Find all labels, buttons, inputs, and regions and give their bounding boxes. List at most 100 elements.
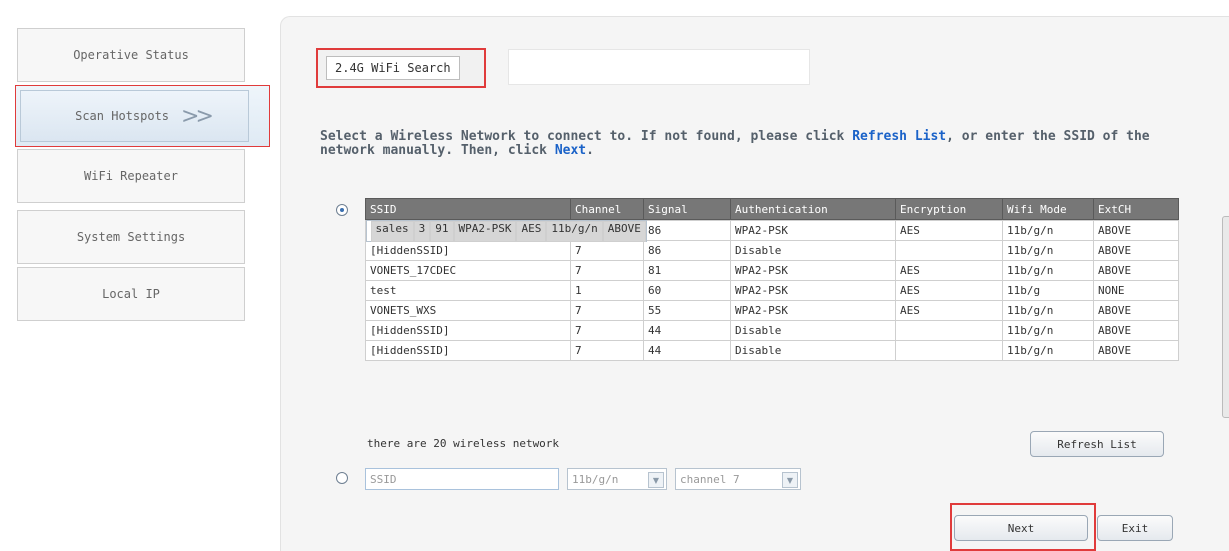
table-cell: WPA2-PSK: [453, 220, 517, 242]
sidebar-item-label: WiFi Repeater: [84, 169, 178, 183]
table-cell: AES: [895, 220, 1003, 241]
table-cell: ABOVE: [1093, 240, 1179, 261]
table-cell: [895, 320, 1003, 341]
table-cell: 81: [643, 260, 731, 281]
next-link[interactable]: Next: [555, 143, 586, 158]
column-header-ssid[interactable]: SSID: [365, 198, 571, 220]
radio-manual-ssid[interactable]: [336, 472, 348, 484]
exit-button[interactable]: Exit: [1097, 515, 1173, 541]
sidebar-item-system-settings[interactable]: System Settings: [17, 210, 245, 264]
table-cell: 44: [643, 340, 731, 361]
column-header-encryption[interactable]: Encryption: [895, 198, 1003, 220]
table-cell: ABOVE: [1093, 260, 1179, 281]
table-cell: [HiddenSSID]: [365, 240, 571, 261]
table-cell: [HiddenSSID]: [365, 340, 571, 361]
table-cell: Disable: [730, 340, 896, 361]
sidebar-nav: Operative Status Scan Hotspots >> WiFi R…: [0, 0, 270, 550]
channel-select[interactable]: channel 7 ▼: [675, 468, 801, 490]
column-header-signal[interactable]: Signal: [643, 198, 731, 220]
table-row[interactable]: [HiddenSSID] 7 86 Disable 11b/g/n ABOVE: [365, 240, 1179, 261]
network-count-text: there are 20 wireless network: [367, 437, 560, 450]
table-cell: [895, 240, 1003, 261]
table-cell: 11b/g/n: [1002, 320, 1094, 341]
table-cell: ABOVE: [1093, 300, 1179, 321]
table-cell: ABOVE: [1093, 340, 1179, 361]
column-header-wifi-mode[interactable]: Wifi Mode: [1002, 198, 1094, 220]
table-cell: ABOVE: [1093, 220, 1179, 241]
table-cell: NONE: [1093, 280, 1179, 301]
table-cell: 44: [643, 320, 731, 341]
ssid-input[interactable]: SSID: [365, 468, 559, 490]
table-cell: AES: [516, 220, 547, 242]
channel-value: channel 7: [680, 472, 740, 486]
table-cell: ABOVE: [602, 220, 646, 242]
table-cell: 11b/g: [1002, 280, 1094, 301]
table-cell: 86: [643, 240, 731, 261]
sidebar-item-local-ip[interactable]: Local IP: [17, 267, 245, 321]
table-cell: Disable: [730, 320, 896, 341]
table-cell: VONETS_WXS: [365, 300, 571, 321]
table-cell: 55: [643, 300, 731, 321]
table-cell: 7: [570, 240, 644, 261]
table-row[interactable]: [HiddenSSID] 7 44 Disable 11b/g/n ABOVE: [365, 340, 1179, 361]
sidebar-item-label: Local IP: [102, 287, 160, 301]
sidebar-item-label: System Settings: [76, 230, 186, 244]
table-cell: WPA2-PSK: [730, 300, 896, 321]
table-cell: 60: [643, 280, 731, 301]
table-cell: AES: [895, 280, 1003, 301]
table-cell: WPA2-PSK: [730, 260, 896, 281]
table-cell: 11b/g/n: [546, 220, 603, 242]
sidebar-item-scan-hotspots[interactable]: Scan Hotspots >>: [15, 85, 270, 147]
chevron-down-icon: ▼: [782, 472, 798, 488]
table-cell: [895, 340, 1003, 361]
sidebar-item-label: Scan Hotspots: [75, 109, 170, 123]
table-cell: sales: [370, 220, 414, 242]
wifi-mode-select[interactable]: 11b/g/n ▼: [567, 468, 667, 490]
table-cell: AES: [895, 300, 1003, 321]
table-cell: 1: [570, 280, 644, 301]
sidebar-item-operative-status[interactable]: Operative Status: [17, 28, 245, 82]
table-cell: WPA2-PSK: [730, 220, 896, 241]
table-cell: ABOVE: [1093, 320, 1179, 341]
chevron-down-icon: ▼: [648, 472, 664, 488]
instructions-text: Select a Wireless Network to connect to.…: [320, 130, 1150, 158]
radio-select-from-list[interactable]: [336, 204, 348, 216]
tab-blank[interactable]: [508, 49, 810, 85]
sidebar-item-wifi-repeater[interactable]: WiFi Repeater: [17, 149, 245, 203]
refresh-list-link[interactable]: Refresh List: [852, 129, 946, 144]
table-cell: 91: [430, 220, 454, 242]
table-cell: 11b/g/n: [1002, 260, 1094, 281]
next-button[interactable]: Next: [954, 515, 1088, 541]
sidebar-item-label: Operative Status: [73, 48, 189, 62]
column-header-extch[interactable]: ExtCH: [1093, 198, 1179, 220]
table-cell: 7: [570, 320, 644, 341]
table-row[interactable]: VONETS_17CDEC 7 81 WPA2-PSK AES 11b/g/n ABOVE: [365, 260, 1179, 281]
table-cell: 11b/g/n: [1002, 340, 1094, 361]
wifi-mode-value: 11b/g/n: [572, 472, 619, 486]
table-header-row: SSID Channel Signal Authentication Encry…: [365, 198, 1179, 220]
column-header-authentication[interactable]: Authentication: [730, 198, 896, 220]
table-cell: 11b/g/n: [1002, 300, 1094, 321]
table-row[interactable]: VONETS_WXS 7 55 WPA2-PSK AES 11b/g/n ABOVE: [365, 300, 1179, 321]
instructions-part1: Select a Wireless Network to connect to.…: [320, 129, 853, 144]
table-cell: AES: [895, 260, 1003, 281]
table-row[interactable]: test 1 60 WPA2-PSK AES 11b/g NONE: [365, 280, 1179, 301]
table-scrollbar[interactable]: [1222, 216, 1229, 418]
network-table: SSID Channel Signal Authentication Encry…: [365, 198, 1179, 361]
double-chevron-right-icon: >>: [181, 103, 214, 129]
table-cell: 86: [643, 220, 731, 241]
table-cell: WPA2-PSK: [730, 280, 896, 301]
table-row[interactable]: [HiddenSSID] 7 44 Disable 11b/g/n ABOVE: [365, 320, 1179, 341]
table-cell: 11b/g/n: [1002, 220, 1094, 241]
table-row[interactable]: sales 3 91 WPA2-PSK AES 11b/g/n ABOVE: [365, 220, 647, 242]
tab-24g-wifi-search[interactable]: 2.4G WiFi Search: [316, 48, 486, 88]
table-cell: [HiddenSSID]: [365, 320, 571, 341]
refresh-list-button[interactable]: Refresh List: [1030, 431, 1164, 457]
column-header-channel[interactable]: Channel: [570, 198, 644, 220]
table-cell: VONETS_17CDEC: [365, 260, 571, 281]
network-table-body: sales391WPA2-PSKAES11b/g/nABOVEhaohao286…: [365, 220, 1179, 361]
table-cell: 7: [570, 300, 644, 321]
table-cell: 7: [570, 340, 644, 361]
main-panel: 2.4G WiFi Search Select a Wireless Netwo…: [280, 16, 1229, 551]
instructions-part3: .: [586, 143, 594, 158]
